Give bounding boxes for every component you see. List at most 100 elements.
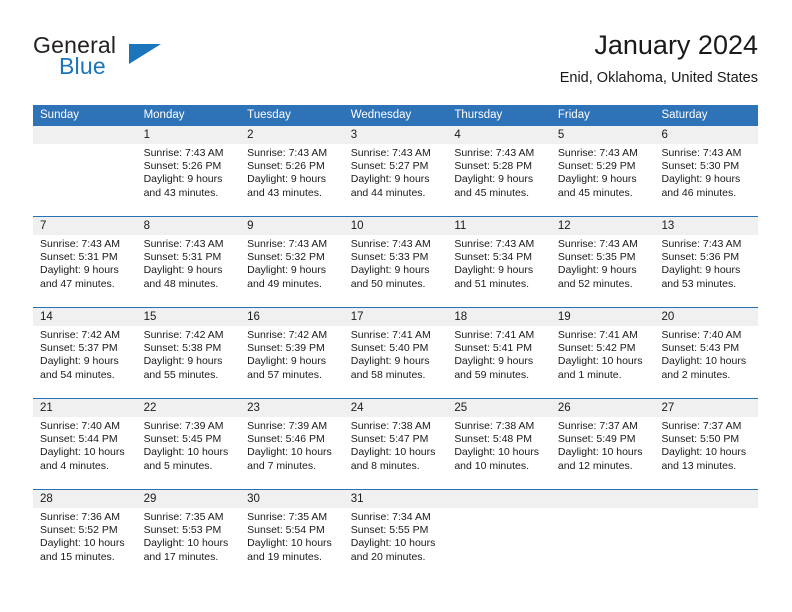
day-number[interactable]: 25 [447, 399, 551, 417]
day-cell[interactable]: Sunrise: 7:43 AM Sunset: 5:30 PM Daylight:… [654, 144, 758, 216]
day-number[interactable]: 5 [551, 126, 655, 144]
week-daynumber-band: 123456 [33, 126, 758, 144]
day-cell[interactable]: Sunrise: 7:39 AM Sunset: 5:45 PM Daylight:… [137, 417, 241, 489]
day-number[interactable]: 15 [137, 308, 241, 326]
day-cell[interactable]: Sunrise: 7:36 AM Sunset: 5:52 PM Daylight:… [33, 508, 137, 580]
day-number[interactable]: 14 [33, 308, 137, 326]
day-cell[interactable]: Sunrise: 7:37 AM Sunset: 5:50 PM Daylight:… [654, 417, 758, 489]
day-cell[interactable]: Sunrise: 7:43 AM Sunset: 5:29 PM Daylight:… [551, 144, 655, 216]
daylight-line-cont: and 47 minutes. [40, 277, 115, 290]
daylight-line-cont: and 43 minutes. [143, 186, 219, 199]
sunrise-line: Sunrise: 7:43 AM [557, 238, 638, 250]
day-number[interactable]: 4 [447, 126, 551, 144]
day-number[interactable]: 11 [447, 217, 551, 235]
day-number[interactable]: 21 [33, 399, 137, 417]
day-cell[interactable]: Sunrise: 7:42 AM Sunset: 5:38 PM Daylight:… [137, 326, 241, 398]
sunrise-line: Sunrise: 7:39 AM [247, 420, 328, 432]
day-cell[interactable]: Sunrise: 7:38 AM Sunset: 5:48 PM Daylight:… [447, 417, 551, 489]
sunrise-line: Sunrise: 7:43 AM [247, 238, 328, 250]
day-number[interactable]: 30 [240, 490, 344, 508]
day-cell[interactable]: Sunrise: 7:35 AM Sunset: 5:53 PM Daylight:… [137, 508, 241, 580]
sunrise-line: Sunrise: 7:43 AM [557, 147, 638, 159]
day-cell[interactable]: Sunrise: 7:43 AM Sunset: 5:32 PM Daylight:… [240, 235, 344, 307]
day-number[interactable]: 31 [344, 490, 448, 508]
sunrise-line: Sunrise: 7:38 AM [350, 420, 431, 432]
week-daynumber-band: 28 29 30 31 [33, 490, 758, 508]
day-number[interactable]: 7 [33, 217, 137, 235]
day-cell[interactable]: Sunrise: 7:42 AM Sunset: 5:39 PM Daylight:… [240, 326, 344, 398]
sunset-line: Sunset: 5:50 PM [661, 433, 740, 446]
day-number[interactable]: 26 [551, 399, 655, 417]
daylight-line-cont: and 52 minutes. [557, 277, 633, 290]
day-cell[interactable]: Sunrise: 7:43 AM Sunset: 5:26 PM Daylight:… [137, 144, 241, 216]
day-number[interactable]: 3 [344, 126, 448, 144]
day-cell[interactable]: Sunrise: 7:40 AM Sunset: 5:44 PM Daylight:… [33, 417, 137, 489]
day-cell[interactable]: Sunrise: 7:42 AM Sunset: 5:37 PM Daylight:… [33, 326, 137, 398]
sunrise-line: Sunrise: 7:40 AM [661, 329, 742, 341]
day-number[interactable]: 12 [551, 217, 655, 235]
day-number[interactable]: 24 [344, 399, 448, 417]
daylight-line-cont: and 19 minutes. [247, 550, 322, 563]
day-cell[interactable]: Sunrise: 7:43 AM Sunset: 5:31 PM Daylight:… [137, 235, 241, 307]
day-cell[interactable]: Sunrise: 7:43 AM Sunset: 5:33 PM Daylight:… [344, 235, 448, 307]
day-number[interactable]: 29 [137, 490, 241, 508]
day-number[interactable]: 6 [654, 126, 758, 144]
page-title: January 2024 [594, 30, 758, 60]
day-cell[interactable]: Sunrise: 7:43 AM Sunset: 5:35 PM Daylight:… [551, 235, 655, 307]
day-number[interactable]: 17 [344, 308, 448, 326]
day-number[interactable]: 18 [447, 308, 551, 326]
daylight-line: Daylight: 9 hours [143, 264, 223, 277]
sunset-line: Sunset: 5:47 PM [350, 433, 429, 446]
week-detail-band: Sunrise: 7:36 AM Sunset: 5:52 PM Daylight:… [33, 508, 758, 580]
sunset-line: Sunset: 5:45 PM [143, 433, 222, 446]
sunset-line: Sunset: 5:29 PM [557, 160, 636, 173]
daylight-line-cont: and 20 minutes. [350, 550, 426, 563]
day-number[interactable]: 1 [137, 126, 241, 144]
day-number[interactable]: 22 [137, 399, 241, 417]
day-cell[interactable]: Sunrise: 7:43 AM Sunset: 5:31 PM Daylight:… [33, 235, 137, 307]
daylight-line: Daylight: 9 hours [557, 173, 637, 186]
daylight-line-cont: and 13 minutes. [661, 459, 737, 472]
sunset-line: Sunset: 5:33 PM [350, 251, 429, 264]
daylight-line: Daylight: 10 hours [350, 446, 436, 459]
day-cell[interactable]: Sunrise: 7:39 AM Sunset: 5:46 PM Daylight:… [240, 417, 344, 489]
sunrise-line: Sunrise: 7:42 AM [247, 329, 328, 341]
day-number[interactable]: 23 [240, 399, 344, 417]
daylight-line: Daylight: 9 hours [454, 355, 534, 368]
day-cell[interactable]: Sunrise: 7:38 AM Sunset: 5:47 PM Daylight:… [344, 417, 448, 489]
day-number[interactable]: 20 [654, 308, 758, 326]
daylight-line-cont: and 1 minute. [557, 368, 622, 381]
day-cell[interactable]: Sunrise: 7:41 AM Sunset: 5:40 PM Daylight:… [344, 326, 448, 398]
daylight-line-cont: and 44 minutes. [350, 186, 426, 199]
sunset-line: Sunset: 5:31 PM [40, 251, 118, 264]
day-number[interactable]: 9 [240, 217, 344, 235]
day-cell[interactable]: Sunrise: 7:41 AM Sunset: 5:42 PM Daylight:… [551, 326, 655, 398]
daylight-line-cont: and 5 minutes. [143, 459, 213, 472]
day-number[interactable]: 8 [137, 217, 241, 235]
day-number[interactable]: 2 [240, 126, 344, 144]
day-number[interactable]: 13 [654, 217, 758, 235]
daylight-line-cont: and 49 minutes. [247, 277, 322, 290]
day-number[interactable]: 19 [551, 308, 655, 326]
day-cell[interactable]: Sunrise: 7:43 AM Sunset: 5:27 PM Daylight:… [344, 144, 448, 216]
day-cell[interactable]: Sunrise: 7:43 AM Sunset: 5:28 PM Daylight:… [447, 144, 551, 216]
day-number[interactable]: 27 [654, 399, 758, 417]
sunrise-line: Sunrise: 7:43 AM [40, 238, 120, 250]
day-number[interactable]: 10 [344, 217, 448, 235]
week-daynumber-band: 7 8 9 10 11 12 13 [33, 217, 758, 235]
day-cell[interactable]: Sunrise: 7:35 AM Sunset: 5:54 PM Daylight:… [240, 508, 344, 580]
day-number[interactable]: 16 [240, 308, 344, 326]
day-number[interactable]: 28 [33, 490, 137, 508]
day-cell[interactable]: Sunrise: 7:43 AM Sunset: 5:34 PM Daylight:… [447, 235, 551, 307]
sunrise-line: Sunrise: 7:37 AM [557, 420, 638, 432]
day-cell[interactable]: Sunrise: 7:34 AM Sunset: 5:55 PM Daylight:… [344, 508, 448, 580]
general-blue-logo[interactable]: General Blue [33, 32, 243, 92]
daylight-line-cont: and 45 minutes. [454, 186, 530, 199]
day-cell[interactable]: Sunrise: 7:43 AM Sunset: 5:26 PM Daylight:… [240, 144, 344, 216]
weekday-header-friday: Friday [557, 109, 590, 121]
day-cell[interactable]: Sunrise: 7:43 AM Sunset: 5:36 PM Daylight:… [654, 235, 758, 307]
day-cell[interactable]: Sunrise: 7:37 AM Sunset: 5:49 PM Daylight:… [551, 417, 655, 489]
sunset-line: Sunset: 5:34 PM [454, 251, 532, 264]
day-cell[interactable]: Sunrise: 7:41 AM Sunset: 5:41 PM Daylight:… [447, 326, 551, 398]
day-cell[interactable]: Sunrise: 7:40 AM Sunset: 5:43 PM Daylight:… [654, 326, 758, 398]
